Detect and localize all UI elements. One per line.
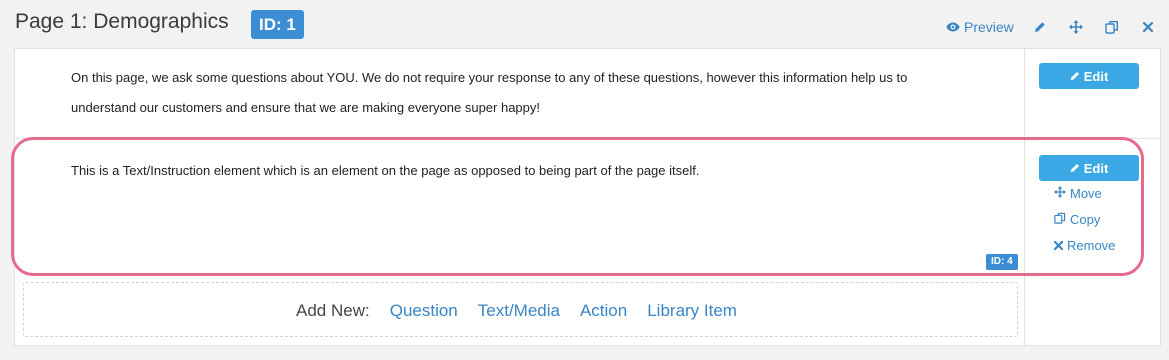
copy-label: Copy	[1070, 212, 1101, 227]
intro-text-line-1: On this page, we ask some questions abou…	[71, 70, 908, 85]
copy-page-button[interactable]	[1105, 16, 1119, 38]
close-page-button[interactable]	[1143, 16, 1153, 38]
element-id-badge: ID: 4	[986, 254, 1018, 270]
intro-text-line-2: understand our customers and ensure that…	[71, 100, 540, 115]
add-library-item-link[interactable]: Library Item	[647, 301, 737, 321]
move-icon	[1054, 185, 1066, 203]
move-element-button[interactable]: Move	[1054, 185, 1102, 203]
page-header: Page 1: Demographics ID: 1 Preview	[0, 0, 1169, 46]
preview-button[interactable]: Preview	[946, 16, 1014, 38]
add-new-label: Add New:	[296, 300, 370, 320]
eye-icon	[946, 22, 960, 32]
move-icon	[1069, 20, 1083, 34]
close-icon	[1143, 22, 1153, 32]
column-divider	[1024, 49, 1025, 345]
edit-button-element[interactable]: Edit	[1039, 155, 1139, 181]
pencil-icon	[1070, 161, 1080, 176]
edit-page-button[interactable]	[1034, 16, 1046, 38]
pencil-icon	[1034, 21, 1046, 33]
add-new-row: Add New: Question Text/Media Action Libr…	[24, 283, 1019, 338]
add-new-box: Add New: Question Text/Media Action Libr…	[23, 282, 1018, 337]
close-icon	[1053, 237, 1064, 255]
copy-icon	[1054, 211, 1066, 229]
move-page-button[interactable]	[1069, 16, 1083, 38]
preview-label: Preview	[964, 19, 1014, 35]
add-question-link[interactable]: Question	[390, 301, 458, 321]
remove-label: Remove	[1067, 238, 1116, 253]
add-text-media-link[interactable]: Text/Media	[478, 301, 560, 321]
edit-label: Edit	[1083, 68, 1109, 84]
add-action-link[interactable]: Action	[580, 301, 627, 321]
text-element-content: This is a Text/Instruction element which…	[71, 163, 700, 178]
pencil-icon	[1070, 69, 1080, 84]
edit-button-intro[interactable]: Edit	[1039, 63, 1139, 89]
page-id-badge: ID: 1	[251, 10, 304, 39]
copy-icon	[1105, 20, 1119, 34]
page-title: Page 1: Demographics	[15, 10, 229, 33]
remove-element-button[interactable]: Remove	[1053, 237, 1116, 255]
copy-element-button[interactable]: Copy	[1054, 211, 1100, 229]
section-divider	[15, 138, 1160, 139]
move-label: Move	[1070, 186, 1102, 201]
edit-label: Edit	[1083, 160, 1109, 176]
